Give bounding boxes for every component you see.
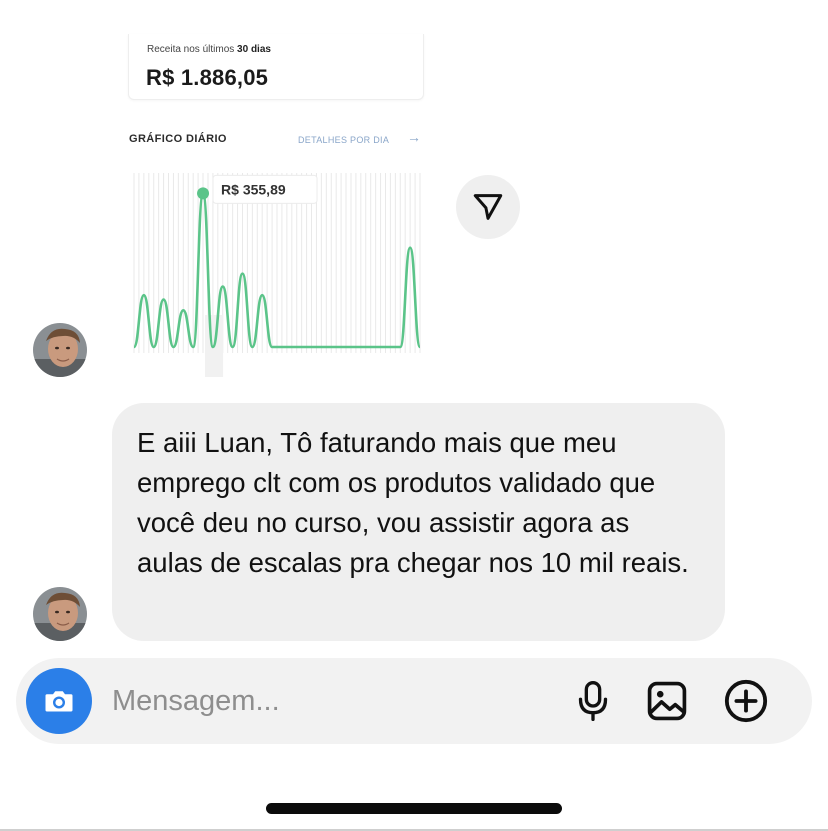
message-text: E aiii Luan, Tô faturando mais que meu e…: [137, 427, 689, 578]
revenue-period: 30 dias: [237, 44, 271, 55]
details-arrow-icon: →: [407, 129, 421, 145]
add-button[interactable]: [723, 678, 769, 724]
revenue-label: Receita nos últimos 30 dias: [147, 44, 271, 55]
details-link[interactable]: DETALHES POR DIA: [298, 135, 389, 145]
image-icon: [647, 681, 687, 721]
send-button[interactable]: [456, 175, 520, 239]
chart-tooltip: R$ 355,89: [212, 174, 318, 204]
microphone-icon: [578, 681, 608, 721]
revenue-value: R$ 1.886,05: [146, 65, 269, 90]
message-bubble[interactable]: E aiii Luan, Tô faturando mais que meu e…: [112, 403, 725, 641]
daily-revenue-chart: R$ 355,89: [132, 173, 422, 377]
avatar[interactable]: [33, 587, 87, 641]
message-input[interactable]: [112, 678, 542, 724]
paper-plane-icon: [473, 194, 503, 220]
camera-button[interactable]: [26, 668, 92, 734]
gallery-button[interactable]: [644, 678, 690, 724]
microphone-button[interactable]: [570, 678, 616, 724]
avatar[interactable]: [33, 323, 87, 377]
plus-circle-icon: [724, 679, 768, 723]
chart-tooltip-value: R$ 355,89: [221, 181, 286, 197]
home-indicator[interactable]: [266, 803, 562, 814]
chart-title: GRÁFICO DIÁRIO: [129, 133, 227, 145]
message-composer: [16, 658, 812, 744]
camera-icon: [45, 691, 73, 712]
revenue-card: Receita nos últimos 30 dias R$ 1.886,05: [128, 34, 424, 100]
chart-highlight-point: [197, 187, 210, 200]
